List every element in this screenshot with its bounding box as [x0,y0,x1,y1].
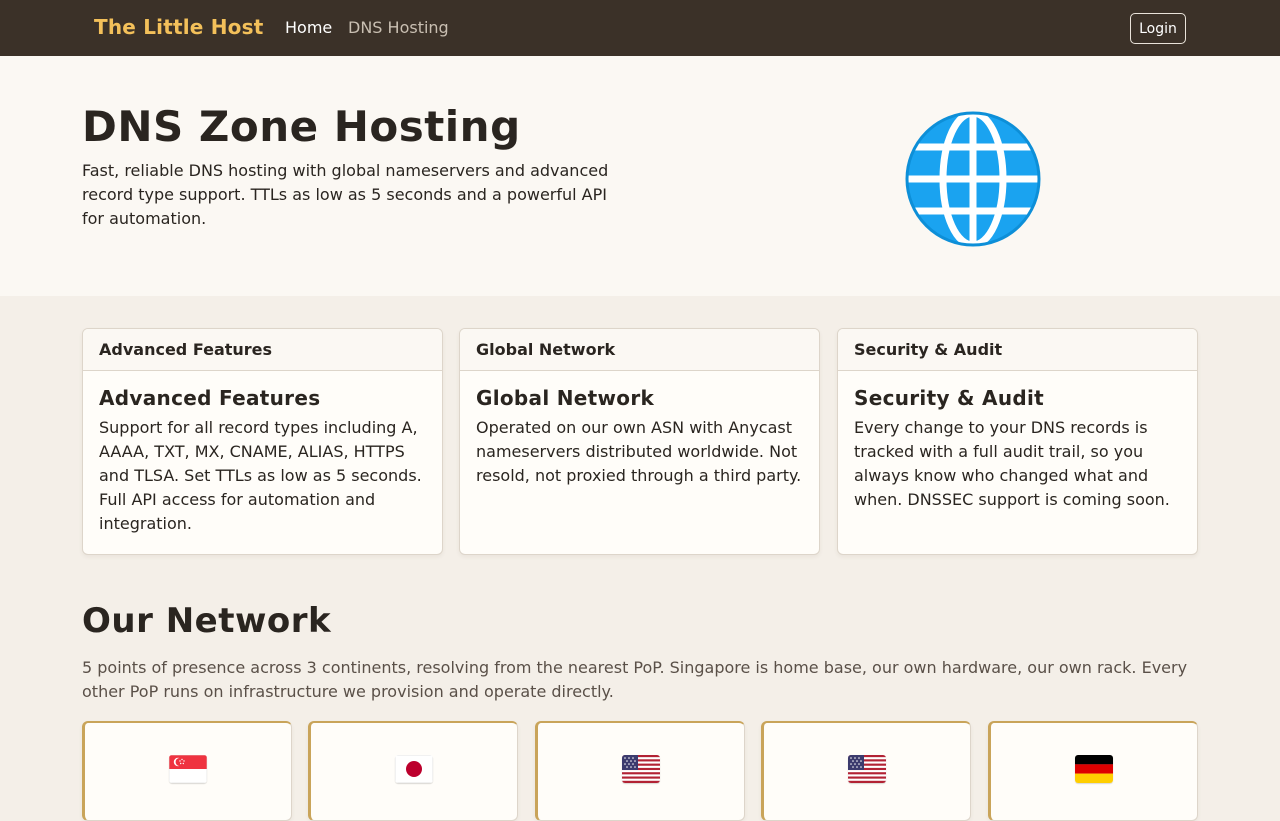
network-description: 5 points of presence across 3 continents… [82,658,1188,701]
hero-section: DNS Zone Hosting Fast, reliable DNS host… [0,56,1280,296]
card-title: Global Network [476,386,655,410]
feature-card-network: Global Network Global Network Operated o… [459,328,820,555]
germany-flag-icon [1075,755,1113,783]
nav-link-home[interactable]: Home [285,18,332,37]
card-body: Every change to your DNS records is trac… [854,418,1170,509]
card-title: Security & Audit [854,386,1044,410]
login-button[interactable]: Login [1130,13,1186,44]
hero-title: DNS Zone Hosting [82,102,521,151]
singapore-flag-icon [169,755,207,783]
pop-card-singapore[interactable] [82,721,292,821]
usa-flag-icon [848,755,886,783]
card-header: Advanced Features [83,329,442,371]
pop-card-japan[interactable] [308,721,518,821]
globe-icon [905,111,1041,247]
card-body: Operated on our own ASN with Anycast nam… [476,418,802,485]
pop-card-usa-1[interactable] [535,721,745,821]
feature-card-security: Security & Audit Security & Audit Every … [837,328,1198,555]
hero-description: Fast, reliable DNS hosting with global n… [82,161,609,228]
usa-flag-icon [622,755,660,783]
feature-card-advanced: Advanced Features Advanced Features Supp… [82,328,443,555]
card-header: Global Network [460,329,819,371]
pop-card-germany[interactable] [988,721,1198,821]
pop-card-usa-2[interactable] [761,721,971,821]
nav-link-dns-hosting[interactable]: DNS Hosting [348,18,449,37]
card-header: Security & Audit [838,329,1197,371]
network-title: Our Network [82,601,332,641]
navbar: The Little Host Home DNS Hosting Login [0,0,1280,56]
card-title: Advanced Features [99,386,321,410]
card-body: Support for all record types including A… [99,418,422,533]
japan-flag-icon [395,755,433,783]
brand-logo[interactable]: The Little Host [94,15,263,39]
